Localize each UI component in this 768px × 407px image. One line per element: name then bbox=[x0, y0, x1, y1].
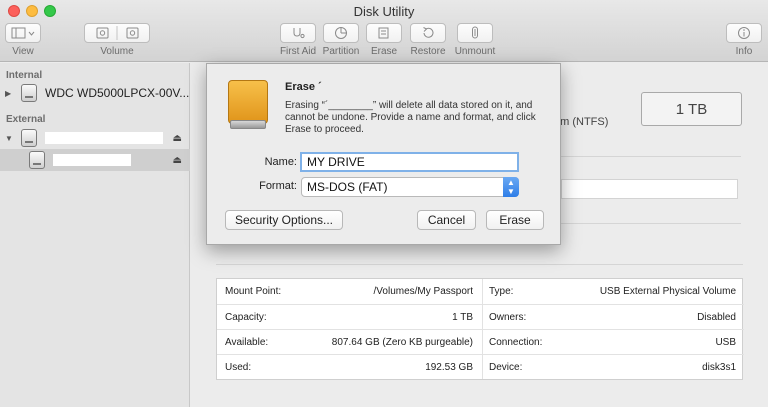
divider bbox=[216, 264, 743, 265]
sidebar-item-external-disk[interactable]: ▼ ⏏ bbox=[0, 127, 190, 149]
device-label: Device: bbox=[489, 362, 523, 373]
security-options-button[interactable]: Security Options... bbox=[225, 210, 343, 230]
unmount-label: Unmount bbox=[454, 46, 496, 57]
used-label: Used: bbox=[225, 362, 252, 373]
sidebar-view-icon bbox=[11, 27, 35, 39]
capacity-box: 1 TB bbox=[641, 92, 742, 126]
info-label: Info bbox=[735, 46, 753, 57]
connection-value: USB bbox=[715, 337, 736, 348]
name-input[interactable] bbox=[300, 152, 519, 172]
updown-chevron-icon: ▲ ▼ bbox=[503, 177, 519, 197]
format-select[interactable]: MS-DOS (FAT) ▲ ▼ bbox=[301, 177, 519, 197]
volume-add-remove-icon bbox=[96, 26, 139, 40]
capacity-label: Capacity: bbox=[225, 312, 267, 323]
title-bar: Disk Utility View Volume First Aid Parti… bbox=[0, 0, 768, 62]
erase-dialog: Erase ´ Erasing “´________” will delete … bbox=[206, 63, 561, 245]
format-label: Format: bbox=[259, 180, 297, 192]
name-label: Name: bbox=[264, 156, 297, 168]
view-button[interactable] bbox=[5, 23, 41, 43]
disclosure-triangle-icon[interactable]: ▶ bbox=[5, 89, 13, 98]
partition-button[interactable] bbox=[323, 23, 359, 43]
capacity-value: 1 TB bbox=[452, 312, 473, 323]
owners-value: Disabled bbox=[697, 312, 736, 323]
sidebar-item-label bbox=[45, 132, 163, 144]
format-select-value: MS-DOS (FAT) bbox=[307, 180, 388, 194]
external-drive-icon bbox=[228, 80, 268, 130]
dialog-title: Erase ´ bbox=[285, 81, 322, 93]
available-value: 807.64 GB (Zero KB purgeable) bbox=[331, 337, 473, 348]
table-row: Used: 192.53 GB Device: disk3s1 bbox=[217, 354, 744, 379]
erase-button[interactable] bbox=[366, 23, 402, 43]
used-value: 192.53 GB bbox=[425, 362, 473, 373]
volume-label: Volume bbox=[100, 46, 134, 57]
sidebar-item-internal-disk[interactable]: ▶ WDC WD5000LPCX-00V... bbox=[0, 82, 190, 104]
type-value: USB External Physical Volume bbox=[599, 286, 736, 297]
unmount-icon bbox=[472, 26, 478, 39]
available-label: Available: bbox=[225, 337, 269, 348]
hard-drive-icon bbox=[21, 84, 37, 102]
divider bbox=[561, 223, 741, 224]
volume-icon bbox=[29, 151, 45, 169]
table-row: Available: 807.64 GB (Zero KB purgeable)… bbox=[217, 329, 744, 354]
sidebar-item-external-volume[interactable]: ⏏ bbox=[0, 149, 190, 171]
usage-bar bbox=[561, 179, 738, 199]
device-value: disk3s1 bbox=[702, 362, 736, 373]
partition-label: Partition bbox=[322, 46, 360, 57]
mount-point-label: Mount Point: bbox=[225, 286, 282, 297]
cancel-button[interactable]: Cancel bbox=[417, 210, 476, 230]
restore-label: Restore bbox=[410, 46, 446, 57]
external-drive-icon bbox=[21, 129, 37, 147]
restore-icon bbox=[423, 27, 434, 38]
window-title: Disk Utility bbox=[353, 4, 415, 19]
first-aid-button[interactable] bbox=[280, 23, 316, 43]
first-aid-label: First Aid bbox=[279, 46, 317, 57]
table-row: Capacity: 1 TB Owners: Disabled bbox=[217, 304, 744, 329]
eject-icon[interactable]: ⏏ bbox=[173, 133, 182, 144]
stethoscope-icon bbox=[293, 28, 305, 39]
sidebar-item-label bbox=[53, 154, 131, 166]
erase-icon bbox=[378, 27, 389, 39]
erase-label: Erase bbox=[370, 46, 398, 57]
info-table: Mount Point: /Volumes/My Passport Type: … bbox=[216, 278, 744, 380]
erase-confirm-button[interactable]: Erase bbox=[486, 210, 544, 230]
sidebar: Internal ▶ WDC WD5000LPCX-00V... Externa… bbox=[0, 63, 190, 407]
info-button[interactable] bbox=[726, 23, 762, 43]
volume-button[interactable] bbox=[84, 23, 150, 43]
eject-icon[interactable]: ⏏ bbox=[173, 155, 182, 166]
divider bbox=[561, 156, 741, 157]
table-row: Mount Point: /Volumes/My Passport Type: … bbox=[217, 279, 744, 304]
disclosure-triangle-icon[interactable]: ▼ bbox=[5, 134, 13, 143]
unmount-button[interactable] bbox=[457, 23, 493, 43]
restore-button[interactable] bbox=[410, 23, 446, 43]
sidebar-header-internal: Internal bbox=[6, 70, 43, 81]
dialog-message: Erasing “´________” will delete all data… bbox=[285, 100, 536, 135]
partition-icon bbox=[335, 27, 347, 39]
type-label: Type: bbox=[489, 286, 514, 297]
connection-label: Connection: bbox=[489, 337, 543, 348]
filesystem-label: em (NTFS) bbox=[554, 116, 609, 128]
info-icon bbox=[738, 27, 750, 39]
sidebar-item-label: WDC WD5000LPCX-00V... bbox=[45, 86, 190, 100]
sidebar-header-external: External bbox=[6, 114, 46, 125]
view-label: View bbox=[12, 46, 34, 57]
owners-label: Owners: bbox=[489, 312, 527, 323]
mount-point-value: /Volumes/My Passport bbox=[373, 286, 473, 297]
